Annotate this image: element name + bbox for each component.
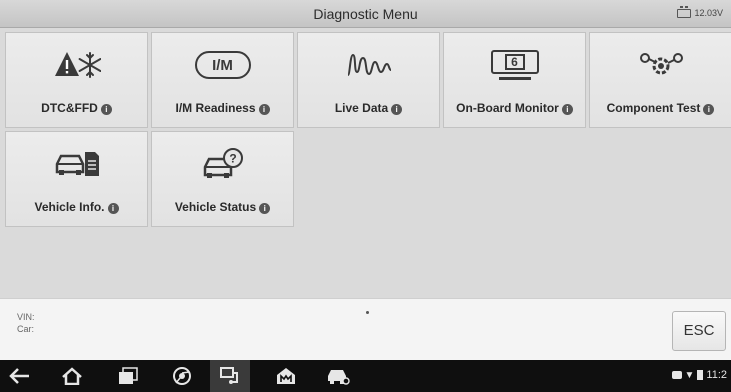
status-area: ▼ 11:2 xyxy=(671,369,727,381)
battery-status-icon xyxy=(697,370,704,380)
tile-label: Vehicle Status xyxy=(174,200,257,214)
monitor-number: 6 xyxy=(504,54,525,70)
tile-dtc-ffd[interactable]: DTC&FFD i xyxy=(5,32,148,128)
maxisys-home-icon[interactable] xyxy=(266,360,306,392)
top-bar: Diagnostic Menu 12.03V xyxy=(0,0,731,28)
vci-connection-icon[interactable] xyxy=(210,360,250,392)
page-indicator-dot xyxy=(366,311,369,314)
recent-apps-icon[interactable] xyxy=(108,360,148,392)
tile-im-readiness[interactable]: I/M I/M Readiness i xyxy=(151,32,294,128)
vehicle-status-icon: ? xyxy=(152,144,293,184)
vin-label: VIN: xyxy=(17,312,35,322)
page-title: Diagnostic Menu xyxy=(313,6,418,22)
onboard-monitor-icon: 6 xyxy=(444,45,585,85)
im-badge: I/M xyxy=(194,51,251,79)
info-icon[interactable]: i xyxy=(561,104,573,115)
info-icon[interactable]: i xyxy=(107,203,119,214)
info-icon[interactable]: i xyxy=(703,104,715,115)
component-test-icon xyxy=(590,45,731,85)
battery-icon xyxy=(677,5,692,18)
home-icon[interactable] xyxy=(52,360,92,392)
dtc-warning-snowflake-icon xyxy=(6,45,147,85)
tile-vehicle-status[interactable]: ? Vehicle Status i xyxy=(151,131,294,227)
tile-label: On-Board Monitor xyxy=(456,101,559,115)
esc-button[interactable]: ESC xyxy=(672,311,726,351)
tile-label: Live Data xyxy=(334,101,389,115)
info-icon[interactable]: i xyxy=(100,104,112,115)
vehicle-icon[interactable] xyxy=(318,360,358,392)
tile-label: DTC&FFD xyxy=(41,101,98,115)
chrome-icon[interactable] xyxy=(162,360,202,392)
clock: 11:2 xyxy=(706,369,727,381)
battery-voltage: 12.03V xyxy=(694,8,723,18)
car-label: Car: xyxy=(17,324,35,334)
vehicle-info-bar: VIN: Car: ESC xyxy=(0,298,731,360)
info-icon[interactable]: i xyxy=(391,104,403,115)
battery-indicator: 12.03V xyxy=(677,5,723,18)
tile-component-test[interactable]: Component Test i xyxy=(589,32,731,128)
tile-label: I/M Readiness xyxy=(175,101,256,115)
question-mark: ? xyxy=(229,152,236,166)
wifi-icon: ▼ xyxy=(684,369,695,381)
tile-onboard-monitor[interactable]: 6 On-Board Monitor i xyxy=(443,32,586,128)
message-icon xyxy=(671,371,682,379)
back-icon[interactable] xyxy=(0,360,40,392)
tile-label: Component Test xyxy=(606,101,701,115)
tile-label: Vehicle Info. xyxy=(34,200,105,214)
info-icon[interactable]: i xyxy=(258,104,270,115)
function-workspace: DTC&FFD i I/M I/M Readiness i Live Data i xyxy=(0,28,731,298)
tile-live-data[interactable]: Live Data i xyxy=(297,32,440,128)
live-data-waveform-icon xyxy=(298,45,439,85)
tile-vehicle-info[interactable]: Vehicle Info. i xyxy=(5,131,148,227)
android-navigation-bar: ▼ 11:2 xyxy=(0,360,731,392)
info-icon[interactable]: i xyxy=(259,203,271,214)
vehicle-info-icon xyxy=(6,144,147,184)
im-readiness-icon: I/M xyxy=(152,45,293,85)
